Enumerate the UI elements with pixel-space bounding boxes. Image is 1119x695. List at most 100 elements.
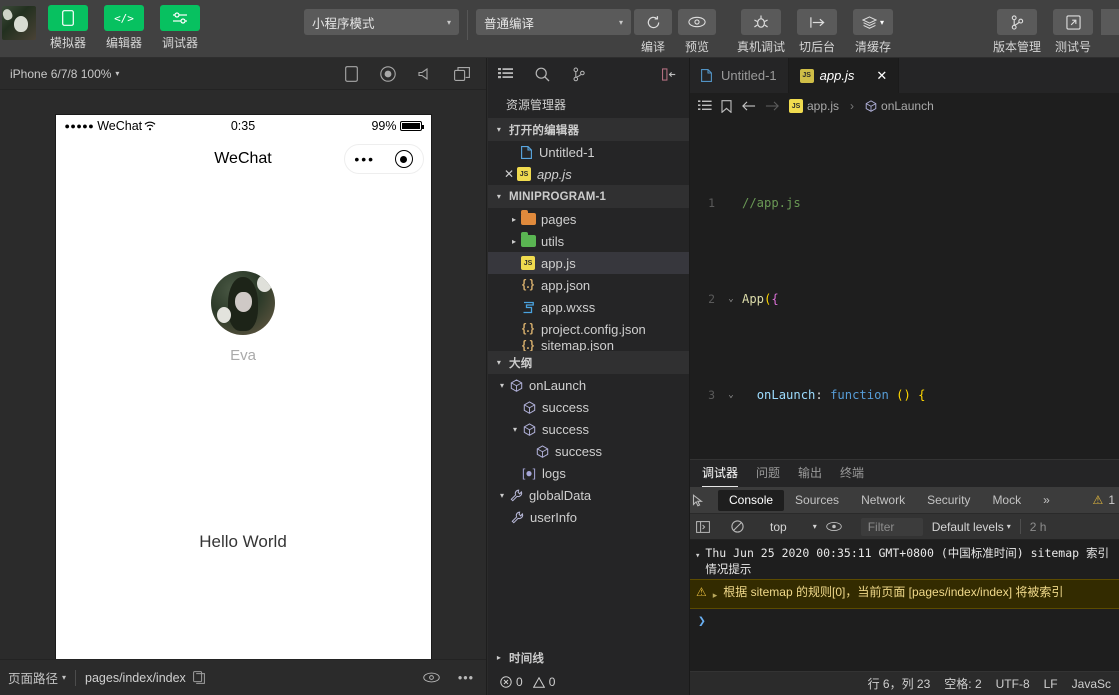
- background-button[interactable]: 切后台: [789, 0, 845, 55]
- section-project[interactable]: ▾ MINIPROGRAM-1: [488, 185, 689, 208]
- bug-icon: [741, 9, 781, 35]
- clear-console-icon[interactable]: [731, 520, 757, 533]
- battery-percent: 99%: [371, 119, 397, 133]
- tree-item-appwxss[interactable]: app.wxss: [488, 296, 689, 318]
- mode-select[interactable]: 小程序模式 ▾: [304, 9, 459, 35]
- back-arrow-icon[interactable]: [741, 100, 756, 112]
- console-message-warning[interactable]: ⚠ ▸ 根据 sitemap 的规则[0]，当前页面 [pages/index/…: [690, 579, 1119, 609]
- volume-icon[interactable]: [418, 67, 432, 81]
- outline-item-success-1[interactable]: success: [488, 396, 689, 418]
- avatar[interactable]: [211, 271, 275, 335]
- tree-item-appjs[interactable]: JS app.js: [488, 252, 689, 274]
- close-icon[interactable]: ✕: [502, 167, 516, 181]
- devtools-tab-sources[interactable]: Sources: [784, 490, 850, 511]
- capsule-button[interactable]: •••: [343, 144, 424, 174]
- outline-list-icon[interactable]: [698, 100, 712, 112]
- devtools-tab-network[interactable]: Network: [850, 490, 916, 511]
- tree-item-projectconfig[interactable]: {.} project.config.json: [488, 318, 689, 340]
- search-icon[interactable]: [535, 67, 550, 82]
- tab-untitled-1[interactable]: Untitled-1: [690, 58, 789, 93]
- close-icon[interactable]: ✕: [876, 68, 887, 84]
- panel-tab-terminal[interactable]: 终端: [840, 460, 864, 487]
- status-cursor-position[interactable]: 行 6，列 23: [868, 675, 931, 692]
- console-message-group[interactable]: ▾ Thu Jun 25 2020 00:35:11 GMT+0800 (中国标…: [690, 540, 1119, 579]
- devtools-warning-indicator[interactable]: ⚠ 1: [1093, 493, 1119, 507]
- compile-mode-select[interactable]: 普通编译 ▾: [476, 9, 631, 35]
- source-control-icon[interactable]: [572, 67, 586, 82]
- forward-arrow-icon[interactable]: [765, 100, 780, 112]
- open-editor-label: Untitled-1: [539, 144, 595, 160]
- tree-item-appjson[interactable]: {.} app.json: [488, 274, 689, 296]
- copy-icon[interactable]: [192, 671, 205, 684]
- record-icon[interactable]: [380, 65, 396, 82]
- sidebar-toggle-icon[interactable]: [696, 520, 722, 533]
- eye-icon[interactable]: [825, 521, 852, 532]
- status-eol[interactable]: LF: [1044, 677, 1058, 691]
- project-file-tree: ▸ pages ▸ utils JS app.js {.} app.json a…: [488, 208, 689, 351]
- activity-bar: [488, 58, 689, 90]
- breadcrumb-item-symbol[interactable]: onLaunch: [865, 99, 934, 113]
- status-encoding[interactable]: UTF-8: [996, 677, 1030, 691]
- tree-item-pages[interactable]: ▸ pages: [488, 208, 689, 230]
- window-icon[interactable]: [454, 66, 470, 81]
- phone-page-content: Eva Hello World: [56, 181, 431, 552]
- section-timeline[interactable]: ▸ 时间线: [488, 646, 689, 669]
- problems-summary[interactable]: 0 0: [488, 669, 689, 695]
- devtools-tab-console[interactable]: Console: [718, 489, 785, 511]
- device-selector[interactable]: iPhone 6/7/8 100% ▾: [10, 67, 119, 81]
- toolbar-editor-button[interactable]: </> 编辑器: [96, 0, 152, 51]
- devtools-tab-overflow[interactable]: »: [1032, 490, 1061, 511]
- status-indentation[interactable]: 空格: 2: [944, 675, 981, 692]
- inspect-element-icon[interactable]: [692, 493, 718, 507]
- tree-item-sitemap[interactable]: {.} sitemap.json: [488, 340, 689, 351]
- console-group-text: Thu Jun 25 2020 00:35:11 GMT+0800 (中国标准时…: [705, 546, 1109, 576]
- outline-item-logs[interactable]: [●] logs: [488, 462, 689, 484]
- outline-item-onlaunch[interactable]: ▾ onLaunch: [488, 374, 689, 396]
- tab-app-js[interactable]: JS app.js ✕: [788, 58, 900, 93]
- tree-item-utils[interactable]: ▸ utils: [488, 230, 689, 252]
- devtools-tab-mock[interactable]: Mock: [981, 490, 1032, 511]
- panel-tab-problems[interactable]: 问题: [756, 460, 780, 487]
- panel-tab-debugger[interactable]: 调试器: [702, 460, 739, 487]
- status-language-mode[interactable]: JavaSc: [1072, 677, 1111, 691]
- test-account-button[interactable]: 测试号: [1045, 0, 1101, 55]
- folder-orange-icon: [520, 210, 536, 227]
- toolbar-debugger-button[interactable]: 调试器: [152, 0, 208, 51]
- open-editor-item-untitled[interactable]: Untitled-1: [488, 141, 689, 163]
- version-control-button[interactable]: 版本管理: [989, 0, 1045, 55]
- panel-tab-output[interactable]: 输出: [798, 460, 822, 487]
- breadcrumb-item-file[interactable]: JS app.js: [789, 99, 839, 113]
- json-icon: {.}: [521, 340, 535, 351]
- rotate-icon[interactable]: [345, 65, 358, 82]
- section-open-editors[interactable]: ▾ 打开的编辑器: [488, 118, 689, 141]
- outline-item-success-3[interactable]: success: [488, 440, 689, 462]
- files-icon[interactable]: [498, 67, 513, 81]
- chevron-down-icon: ▾: [115, 69, 120, 78]
- open-editor-item-appjs[interactable]: ✕ JS app.js: [488, 163, 689, 185]
- compile-button[interactable]: 编译: [631, 0, 675, 55]
- capsule-close-icon[interactable]: [394, 150, 413, 168]
- execution-context-selector[interactable]: top ▾: [766, 520, 817, 534]
- console-filter-input[interactable]: Filter: [860, 517, 923, 536]
- simulator-panel: iPhone 6/7/8 100% ▾ ●●●●● WeChat 0:35 99…: [0, 58, 487, 695]
- outline-item-globaldata[interactable]: ▾ globalData: [488, 484, 689, 506]
- phone-screen[interactable]: ●●●●● WeChat 0:35 99% WeChat ••• Eva Hel…: [55, 115, 431, 665]
- toolbar-overflow-button[interactable]: [1101, 0, 1119, 35]
- log-level-selector[interactable]: Default levels ▾: [932, 520, 1011, 534]
- more-icon[interactable]: •••: [458, 671, 474, 685]
- preview-button[interactable]: 预览: [675, 0, 719, 55]
- section-outline[interactable]: ▾ 大纲: [488, 351, 689, 374]
- external-link-icon: [1053, 9, 1093, 35]
- collapse-sidebar-icon[interactable]: [662, 67, 679, 81]
- real-device-debug-button[interactable]: 真机调试: [733, 0, 789, 55]
- battery-icon: [399, 121, 424, 131]
- console-input-prompt[interactable]: ❯: [690, 609, 1119, 634]
- devtools-tab-security[interactable]: Security: [916, 490, 981, 511]
- clear-cache-button[interactable]: ▾ 清缓存: [845, 0, 901, 55]
- page-path-selector[interactable]: 页面路径 ▾: [8, 668, 66, 687]
- eye-icon[interactable]: [423, 672, 440, 683]
- outline-item-success-2[interactable]: ▾ success: [488, 418, 689, 440]
- bookmark-icon[interactable]: [721, 99, 732, 113]
- outline-item-userinfo[interactable]: userInfo: [488, 506, 689, 528]
- toolbar-simulator-button[interactable]: 模拟器: [40, 0, 96, 51]
